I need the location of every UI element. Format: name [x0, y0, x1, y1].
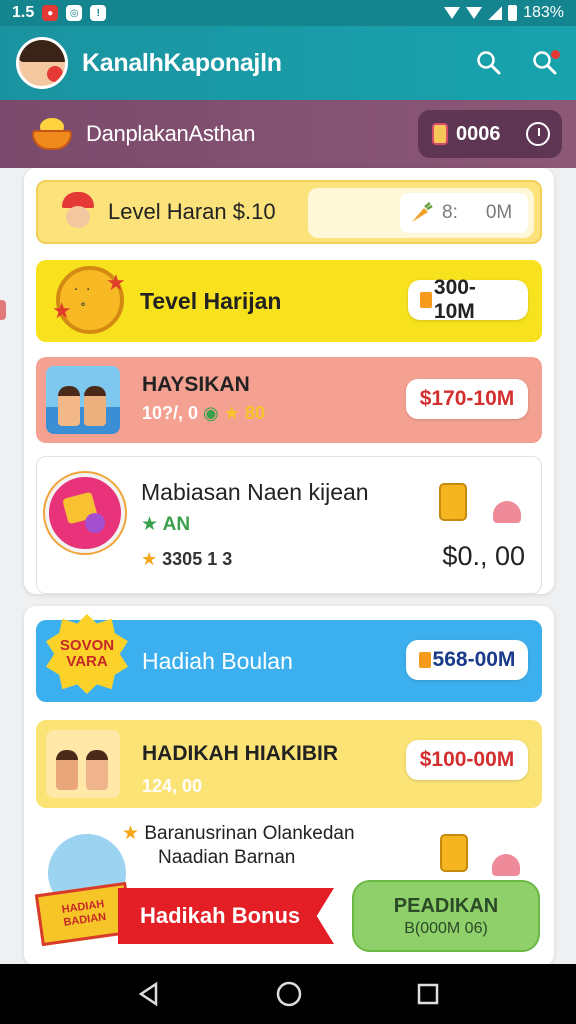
notification-search-button[interactable]: [530, 48, 560, 78]
claim-button[interactable]: PEADIKAN B(000M 06): [352, 880, 540, 952]
gifts-thumbnail: [45, 473, 125, 553]
bonus-ribbon[interactable]: Hadikah Bonus: [118, 888, 334, 944]
app-bar: KanalhKaponajln: [0, 26, 576, 100]
family-thumbnail: [46, 730, 120, 798]
signal-icon: [488, 6, 503, 20]
star-icon: ★: [106, 270, 126, 295]
search-button[interactable]: [474, 48, 504, 78]
daily-level-price[interactable]: 300-10M: [408, 276, 528, 323]
cup-icon: [440, 834, 468, 872]
strip-title: DanplakanAsthan: [86, 121, 256, 146]
mabiasan-star-values: 3305 1 3: [162, 549, 233, 569]
star-icon: ★: [141, 549, 158, 569]
claim-button-label: PEADIKAN: [393, 894, 499, 917]
clock-icon[interactable]: [526, 122, 550, 146]
mabiasan-stars: ★ 3305 1 3: [141, 549, 232, 570]
side-tab[interactable]: [0, 300, 6, 320]
hadiah-boulan-price[interactable]: 568-00M: [406, 640, 528, 680]
back-icon[interactable]: [136, 981, 162, 1007]
level-card[interactable]: Level Haran $.10 8: 0M: [36, 180, 542, 244]
haysikan-card[interactable]: HAYSIKAN 10?/, 0 ◉ ★ 80 $170-10M: [36, 357, 542, 443]
hadikah-sub: 124, 00: [142, 776, 203, 796]
coin-count: 0006: [456, 122, 501, 145]
jar-icon: [432, 123, 448, 145]
daily-level-price-label: 300-10M: [433, 276, 476, 323]
mabiasan-card[interactable]: Mabiasan Naen kijean ★ AN ★ 3305 1 3 $0.…: [36, 456, 542, 594]
battery-icon: [508, 5, 518, 21]
hadikah-title: HADIKAH HIAKIBIR: [142, 742, 338, 765]
hadiah-boulan-price-label: 568-00M: [432, 648, 516, 671]
coin-icon: [418, 652, 431, 668]
carrot-icon: [412, 202, 433, 222]
navigation-bar: [0, 964, 576, 1024]
coin-balance[interactable]: 0006: [418, 110, 562, 158]
app-title: KanalhKaponajln: [82, 48, 282, 77]
star-icon: ★: [141, 514, 159, 535]
claim-button-sub: B(000M 06): [404, 919, 488, 937]
star-icon: ★: [52, 298, 72, 323]
sync-icon: ◎: [66, 5, 83, 21]
promo-image: HADIAH BADIAN: [34, 828, 134, 948]
bonus-line-2: Naadian Barnan: [158, 847, 296, 868]
mabiasan-price: $0., 00: [442, 541, 525, 571]
mabiasan-sub-value: AN: [162, 514, 191, 535]
mascot-icon: [58, 192, 98, 232]
cup-icon: [439, 483, 467, 521]
kids-thumbnail: [46, 366, 120, 434]
alert-icon: !: [90, 5, 107, 21]
level-card-field[interactable]: 8: 0M: [308, 188, 534, 238]
mabiasan-title: Mabiasan Naen kijean: [141, 479, 369, 505]
star-icon: ★: [223, 403, 240, 423]
home-icon[interactable]: [275, 980, 303, 1008]
haysikan-star-count: 80: [244, 403, 265, 423]
mabiasan-sub: ★ AN: [141, 513, 190, 536]
bonus-line-1-text: Baranusrinan Olankedan: [144, 823, 355, 844]
hadikah-card[interactable]: HADIKAH HIAKIBIR 124, 00 $100-00M: [36, 720, 542, 808]
hadiah-boulan-title: Hadiah Boulan: [142, 647, 293, 674]
haysikan-price[interactable]: $170-10M: [406, 379, 528, 419]
level-card-field-unit: 0M: [485, 202, 513, 223]
avatar[interactable]: [16, 37, 68, 89]
wifi-icon: [444, 7, 461, 19]
app-notification-icon: ●: [42, 5, 59, 21]
coin-icon: [420, 292, 432, 308]
battery-percent: 183%: [523, 4, 564, 21]
level-card-title: Level Haran $.10: [108, 199, 276, 224]
wifi-secondary-icon: [466, 7, 483, 19]
sweet-icon: [493, 501, 521, 523]
notification-dot: [551, 50, 560, 59]
status-bar: 1.5 ● ◎ ! 183%: [0, 0, 576, 26]
hadiah-boulan-card[interactable]: SOVON VARA Hadiah Boulan 568-00M: [36, 614, 542, 702]
basket-icon: [30, 116, 74, 152]
bonus-description: ★ Baranusrinan Olankedan Naadian Barnan: [122, 822, 355, 870]
haysikan-sub: 10?/, 0 ◉ ★ 80: [142, 403, 265, 424]
header-strip: DanplakanAsthan 0006: [0, 100, 576, 168]
level-card-field-value: 8:: [442, 202, 458, 223]
badge-icon: SOVON VARA: [46, 614, 128, 694]
recents-icon[interactable]: [416, 982, 440, 1006]
search-icon: [477, 51, 501, 75]
daily-level-card[interactable]: ★ ★ Tevel Harijan 300-10M: [36, 260, 542, 342]
hadikah-price[interactable]: $100-00M: [406, 740, 528, 780]
status-time: 1.5: [12, 4, 35, 21]
daily-level-title: Tevel Harijan: [140, 287, 282, 314]
coin-icon: ◉: [203, 403, 219, 423]
sweet-icon: [492, 854, 520, 876]
haysikan-sub-value: 10?/, 0: [142, 403, 199, 423]
haysikan-title: HAYSIKAN: [142, 373, 250, 396]
bonus-line-1: ★ Baranusrinan Olankedan: [122, 822, 355, 846]
